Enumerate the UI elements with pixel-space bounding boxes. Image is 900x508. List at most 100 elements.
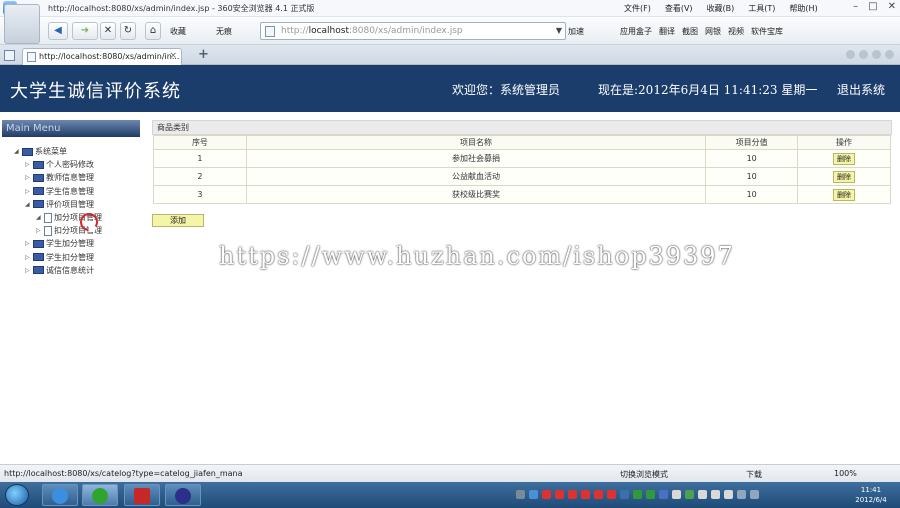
private-mode-button[interactable]: 无痕 <box>216 26 232 37</box>
tray-icon[interactable] <box>724 490 733 499</box>
address-url[interactable]: http://localhost:8080/xs/admin/index.jsp <box>281 26 463 36</box>
taskbar-360-browser[interactable] <box>82 484 118 506</box>
qq-icon[interactable] <box>568 490 577 499</box>
qq-icon[interactable] <box>594 490 603 499</box>
tray-icon[interactable] <box>516 490 525 499</box>
tab-scroll-left-icon[interactable] <box>846 50 855 59</box>
clock-time: 11:41 <box>860 486 882 494</box>
translate-button[interactable]: 翻译 <box>659 26 675 37</box>
sidebar-item-teachers[interactable]: ▷ 教师信息管理 <box>14 171 102 184</box>
forward-icon[interactable]: ➜ <box>72 22 98 40</box>
sidebar-item-student-deduction[interactable]: ▷ 学生扣分管理 <box>14 251 102 264</box>
folder-icon <box>33 173 44 182</box>
menu-head: Main Menu <box>2 120 140 137</box>
user-avatar[interactable] <box>4 4 40 44</box>
software-store-button[interactable]: 软件宝库 <box>751 26 783 37</box>
status-bar: http://localhost:8080/xs/catelog?type=ca… <box>0 464 900 482</box>
sidebar-item-evaluation[interactable]: ◢ 评价项目管理 <box>14 198 102 211</box>
taskbar-clock[interactable]: 11:41 2012/6/4 <box>848 485 894 505</box>
browser-360-icon <box>92 488 108 504</box>
start-button-icon[interactable] <box>5 484 29 506</box>
expand-icon[interactable]: ▷ <box>25 174 33 181</box>
tree-label: 个人密码修改 <box>46 160 94 170</box>
menu-favorites[interactable]: 收藏(B) <box>707 3 735 14</box>
tray-icon[interactable] <box>620 490 629 499</box>
qq-icon[interactable] <box>542 490 551 499</box>
network-icon[interactable] <box>737 490 746 499</box>
app-box-button[interactable]: 应用盒子 <box>620 26 652 37</box>
volume-icon[interactable] <box>750 490 759 499</box>
sidebar-item-students[interactable]: ▷ 学生信息管理 <box>14 185 102 198</box>
menu-help[interactable]: 帮助(H) <box>789 3 817 14</box>
tray-icon[interactable] <box>633 490 642 499</box>
screenshot-button[interactable]: 截图 <box>682 26 698 37</box>
expand-icon[interactable]: ▷ <box>25 254 33 261</box>
tab-list-icon[interactable] <box>872 50 881 59</box>
expand-icon[interactable]: ▷ <box>25 267 33 274</box>
collapse-icon[interactable]: ◢ <box>14 148 22 155</box>
cell-score: 10 <box>705 149 799 168</box>
tray-icon[interactable] <box>685 490 694 499</box>
new-tab-icon[interactable]: + <box>198 47 209 62</box>
window-title: http://localhost:8080/xs/admin/index.jsp… <box>48 4 315 13</box>
delete-button[interactable]: 删除 <box>833 152 856 165</box>
sidebar-item-student-bonus[interactable]: ▷ 学生加分管理 <box>14 237 102 250</box>
page-icon <box>27 52 36 62</box>
sidebar-toggle-icon[interactable] <box>4 50 15 61</box>
zoom-level[interactable]: 100% <box>834 469 857 480</box>
sidebar-item-password[interactable]: ▷ 个人密码修改 <box>14 158 102 171</box>
switch-mode-button[interactable]: 切换浏览模式 <box>620 469 668 480</box>
expand-icon[interactable]: ▷ <box>25 161 33 168</box>
qq-icon[interactable] <box>555 490 564 499</box>
cell-score: 10 <box>705 185 799 204</box>
taskbar-ie[interactable] <box>42 484 78 506</box>
bank-button[interactable]: 网银 <box>705 26 721 37</box>
tray-icon[interactable] <box>659 490 668 499</box>
sidebar-item-statistics[interactable]: ▷ 诚信信息统计 <box>14 264 102 277</box>
address-bar[interactable]: http://localhost:8080/xs/admin/index.jsp… <box>260 22 566 40</box>
tray-icon[interactable] <box>698 490 707 499</box>
tab-menu-icon[interactable] <box>885 50 894 59</box>
accelerate-button[interactable]: 加速 <box>568 26 584 37</box>
taskbar-eclipse[interactable] <box>165 484 201 506</box>
menu-file[interactable]: 文件(F) <box>624 3 651 14</box>
qq-icon[interactable] <box>607 490 616 499</box>
expand-icon[interactable]: ▷ <box>36 227 44 234</box>
tree-root-system-menu[interactable]: ◢ 系统菜单 <box>14 145 102 158</box>
tray-icon[interactable] <box>529 490 538 499</box>
folder-icon <box>33 239 44 248</box>
qq-icon[interactable] <box>581 490 590 499</box>
refresh-icon[interactable]: ↻ <box>120 22 136 40</box>
menu-view[interactable]: 查看(V) <box>665 3 693 14</box>
expand-icon[interactable]: ▷ <box>25 240 33 247</box>
column-header: 序号 <box>153 135 247 150</box>
downloads-button[interactable]: 下载 <box>746 469 762 480</box>
logout-link[interactable]: 退出系统 <box>837 81 885 98</box>
maximize-icon[interactable]: □ <box>868 1 877 12</box>
chevron-down-icon[interactable]: ▼ <box>556 26 562 35</box>
collapse-icon[interactable]: ◢ <box>36 214 44 221</box>
delete-button[interactable]: 删除 <box>833 170 856 183</box>
close-icon[interactable]: ✕ <box>888 1 896 12</box>
add-button[interactable]: 添加 <box>152 214 204 227</box>
tab-scroll-right-icon[interactable] <box>859 50 868 59</box>
back-icon[interactable]: ◀ <box>48 22 68 40</box>
minimize-icon[interactable]: – <box>853 1 858 12</box>
menu-tools[interactable]: 工具(T) <box>748 3 775 14</box>
video-button[interactable]: 视频 <box>728 26 744 37</box>
tab-close-icon[interactable]: × <box>169 51 177 61</box>
tab-controls <box>846 50 894 59</box>
tray-icon[interactable] <box>711 490 720 499</box>
tray-icon[interactable] <box>672 490 681 499</box>
folder-icon <box>33 200 44 209</box>
tab-active[interactable]: http://localhost:8080/xs/admin/in... × <box>22 48 182 65</box>
collapse-icon[interactable]: ◢ <box>25 201 33 208</box>
taskbar-app-red[interactable] <box>124 484 160 506</box>
expand-icon[interactable]: ▷ <box>25 188 33 195</box>
delete-button[interactable]: 删除 <box>833 188 856 201</box>
tray-icon[interactable] <box>646 490 655 499</box>
favorites-button[interactable]: 收藏 <box>170 26 186 37</box>
os-taskbar: 11:41 2012/6/4 <box>0 482 900 508</box>
stop-icon[interactable]: ✕ <box>100 22 116 40</box>
home-icon[interactable]: ⌂ <box>145 22 161 40</box>
